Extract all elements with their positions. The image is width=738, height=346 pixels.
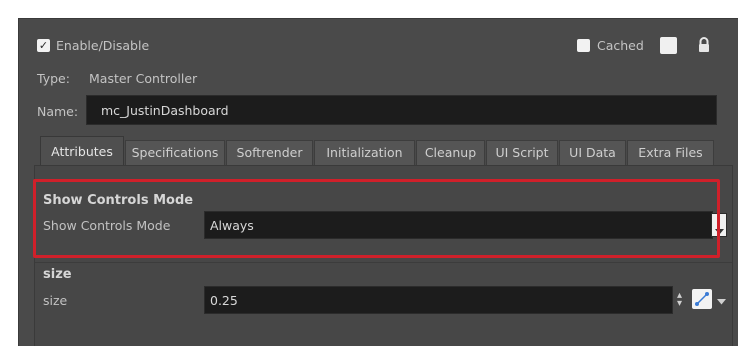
- tab-initialization[interactable]: Initialization: [314, 140, 415, 165]
- cached-checkbox[interactable]: [577, 39, 590, 52]
- color-swatch-button[interactable]: [660, 37, 677, 54]
- tab-cleanup[interactable]: Cleanup: [416, 140, 485, 165]
- curve-menu-chevron-icon[interactable]: [717, 293, 726, 308]
- size-input[interactable]: 0.25: [204, 286, 673, 314]
- tab-attributes[interactable]: Attributes: [40, 136, 124, 166]
- lock-icon[interactable]: [696, 36, 712, 54]
- size-value: 0.25: [210, 293, 238, 308]
- tab-specifications[interactable]: Specifications: [125, 140, 225, 165]
- tab-softrender[interactable]: Softrender: [226, 140, 313, 165]
- name-input-value: mc_JustinDashboard: [101, 103, 229, 118]
- group-divider: [35, 262, 732, 263]
- function-curve-button[interactable]: [692, 289, 712, 309]
- enable-label: Enable/Disable: [56, 38, 150, 53]
- type-label: Type:: [37, 71, 70, 86]
- size-group-title: size: [43, 267, 72, 282]
- tab-ui-script[interactable]: UI Script: [486, 140, 558, 165]
- tab-ui-data[interactable]: UI Data: [559, 140, 626, 165]
- cached-label: Cached: [597, 38, 644, 53]
- tab-bar: Attributes Specifications Softrender Ini…: [40, 136, 732, 166]
- type-value: Master Controller: [89, 71, 198, 86]
- spinner-arrows-icon[interactable]: ▴ ▾: [677, 291, 682, 309]
- highlight-box: [33, 179, 720, 258]
- tab-extra-files[interactable]: Extra Files: [627, 140, 714, 165]
- size-label: size: [43, 293, 68, 308]
- curve-icon: [694, 291, 710, 310]
- enable-checkbox[interactable]: ✓: [37, 39, 50, 52]
- name-label: Name:: [37, 104, 79, 119]
- name-input[interactable]: mc_JustinDashboard: [86, 95, 717, 125]
